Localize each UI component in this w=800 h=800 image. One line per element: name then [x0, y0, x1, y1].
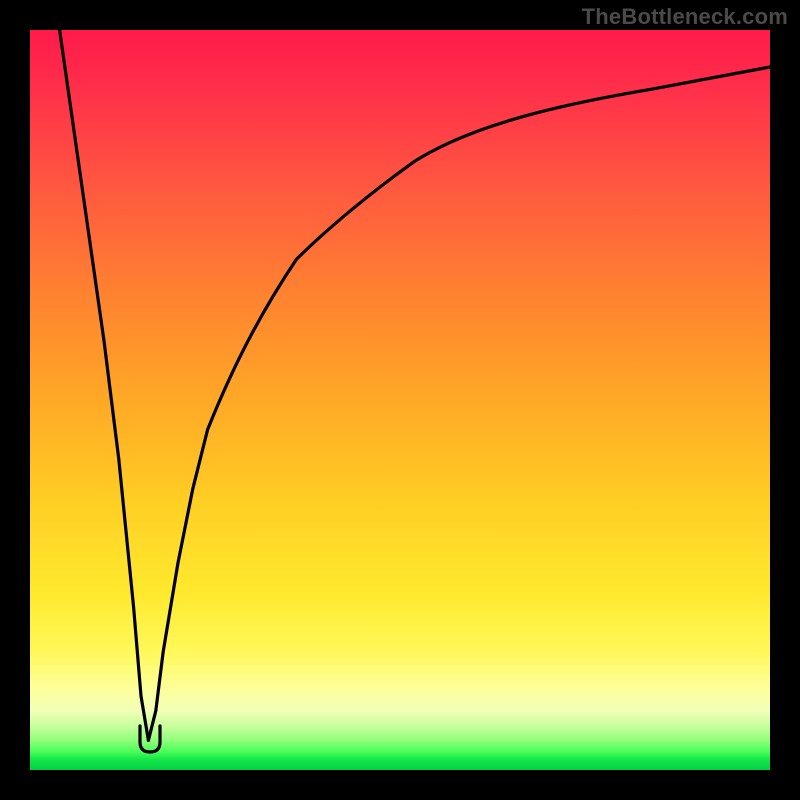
plot-area — [30, 30, 770, 770]
curve-left-branch — [60, 30, 149, 740]
watermark-label: TheBottleneck.com — [582, 4, 788, 30]
chart-frame: TheBottleneck.com — [0, 0, 800, 800]
curve-right-branch — [148, 67, 770, 740]
bottleneck-curve — [30, 30, 770, 770]
